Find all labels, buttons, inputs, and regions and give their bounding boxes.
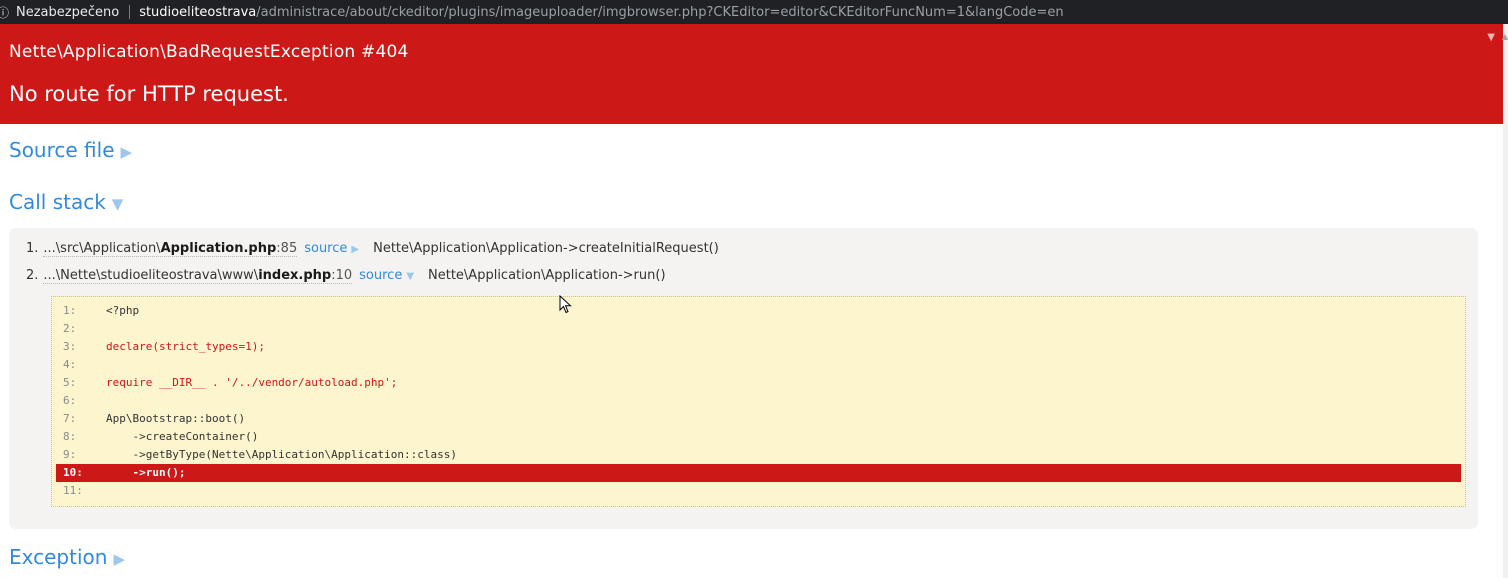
security-label[interactable]: Nezabezpečeno [16, 5, 119, 20]
line-number: 4: [63, 358, 77, 371]
url-host[interactable]: studioeliteostrava [139, 5, 256, 20]
triangle-right-icon: ▶ [120, 143, 133, 161]
code-text: ->createContainer() [106, 430, 259, 443]
line-number: 2: [63, 322, 77, 335]
source-label: source [304, 241, 348, 256]
error-header: Nette\Application\BadRequestException #4… [0, 24, 1503, 124]
collapse-toggle-icon[interactable]: ▼ [1487, 32, 1495, 43]
source-toggle[interactable]: source ▼ [359, 268, 414, 283]
triangle-down-icon: ▼ [406, 271, 415, 282]
exception-toggle[interactable]: Exception ▶ [9, 545, 125, 569]
frame-file-name: Application.php [160, 241, 277, 256]
triangle-down-icon: ▼ [111, 195, 124, 213]
code-text: require __DIR__ . '/../vendor/autoload.p… [106, 376, 398, 389]
stack-frame-1: 1. ...\src\Application\Application.php:8… [26, 241, 719, 257]
line-number: 8: [63, 430, 77, 443]
code-line: 6: [56, 392, 1461, 410]
triangle-right-icon: ▶ [113, 550, 125, 568]
code-line: 5: require __DIR__ . '/../vendor/autoload… [56, 374, 1461, 392]
code-line: 2: [56, 320, 1461, 338]
line-number: 1: [63, 304, 77, 317]
frame-line: :85 [276, 241, 298, 256]
stack-frame-2: 2. ...\Nette\studioeliteostrava\www\inde… [26, 268, 666, 284]
frame-call: Nette\Application\Application->createIni… [373, 241, 719, 256]
code-line: 4: [56, 356, 1461, 374]
scroll-up-icon[interactable]: ▲ [1502, 32, 1508, 41]
line-number: 6: [63, 394, 77, 407]
frame-file-name: index.php [258, 268, 332, 283]
code-text: <?php [106, 304, 140, 317]
source-code-block: 1: <?php 2: 3: declare(strict_types=1); 4:… [51, 296, 1466, 507]
frame-index: 1. [26, 241, 39, 256]
code-line: 7: App\Bootstrap::boot() [56, 410, 1461, 428]
line-number: 9: [63, 448, 77, 461]
code-line: 9: ->getByType(Nette\Application\Applica… [56, 446, 1461, 464]
call-stack-label: Call stack [9, 190, 106, 214]
exception-label: Exception [9, 545, 108, 569]
source-file-toggle[interactable]: Source file ▶ [9, 138, 132, 162]
line-number: 5: [63, 376, 77, 389]
source-label: source [359, 268, 403, 283]
frame-file-link[interactable]: ...\src\Application\Application.php:85 [43, 241, 298, 257]
mouse-pointer-icon [559, 295, 572, 314]
frame-path: ...\Nette\studioeliteostrava\www\ [43, 268, 259, 283]
frame-path: ...\src\Application\ [43, 241, 161, 256]
code-line: 8: ->createContainer() [56, 428, 1461, 446]
code-text: ->run(); [106, 466, 186, 479]
code-text: App\Bootstrap::boot() [106, 412, 246, 425]
source-file-label: Source file [9, 138, 115, 162]
exception-title: Nette\Application\BadRequestException #4… [9, 42, 409, 62]
url-path[interactable]: /administrace/about/ckeditor/plugins/ima… [256, 5, 1063, 20]
source-toggle[interactable]: source ▶ [304, 241, 359, 256]
code-line: 11: [56, 482, 1461, 500]
frame-line: :10 [331, 268, 353, 283]
info-icon[interactable]: ⓘ [0, 4, 9, 21]
line-number: 11: [63, 484, 83, 497]
exception-message: No route for HTTP request. [9, 82, 289, 106]
code-line: 3: declare(strict_types=1); [56, 338, 1461, 356]
triangle-right-icon: ▶ [351, 244, 360, 255]
frame-call: Nette\Application\Application->run() [428, 268, 666, 283]
code-line: 1: <?php [56, 302, 1461, 320]
divider [129, 5, 131, 19]
line-number: 3: [63, 340, 77, 353]
scrollbar[interactable] [1503, 24, 1508, 578]
frame-index: 2. [26, 268, 39, 283]
line-number: 10: [63, 466, 83, 479]
code-text: ->getByType(Nette\Application\Applicatio… [106, 448, 457, 461]
call-stack-toggle[interactable]: Call stack ▼ [9, 190, 123, 214]
address-bar[interactable]: ⓘ Nezabezpečeno studioeliteostrava/admin… [0, 0, 1508, 24]
code-text: declare(strict_types=1); [106, 340, 265, 353]
line-number: 7: [63, 412, 77, 425]
code-line-highlighted: 10: ->run(); [56, 464, 1461, 482]
frame-file-link[interactable]: ...\Nette\studioeliteostrava\www\index.p… [43, 268, 353, 284]
